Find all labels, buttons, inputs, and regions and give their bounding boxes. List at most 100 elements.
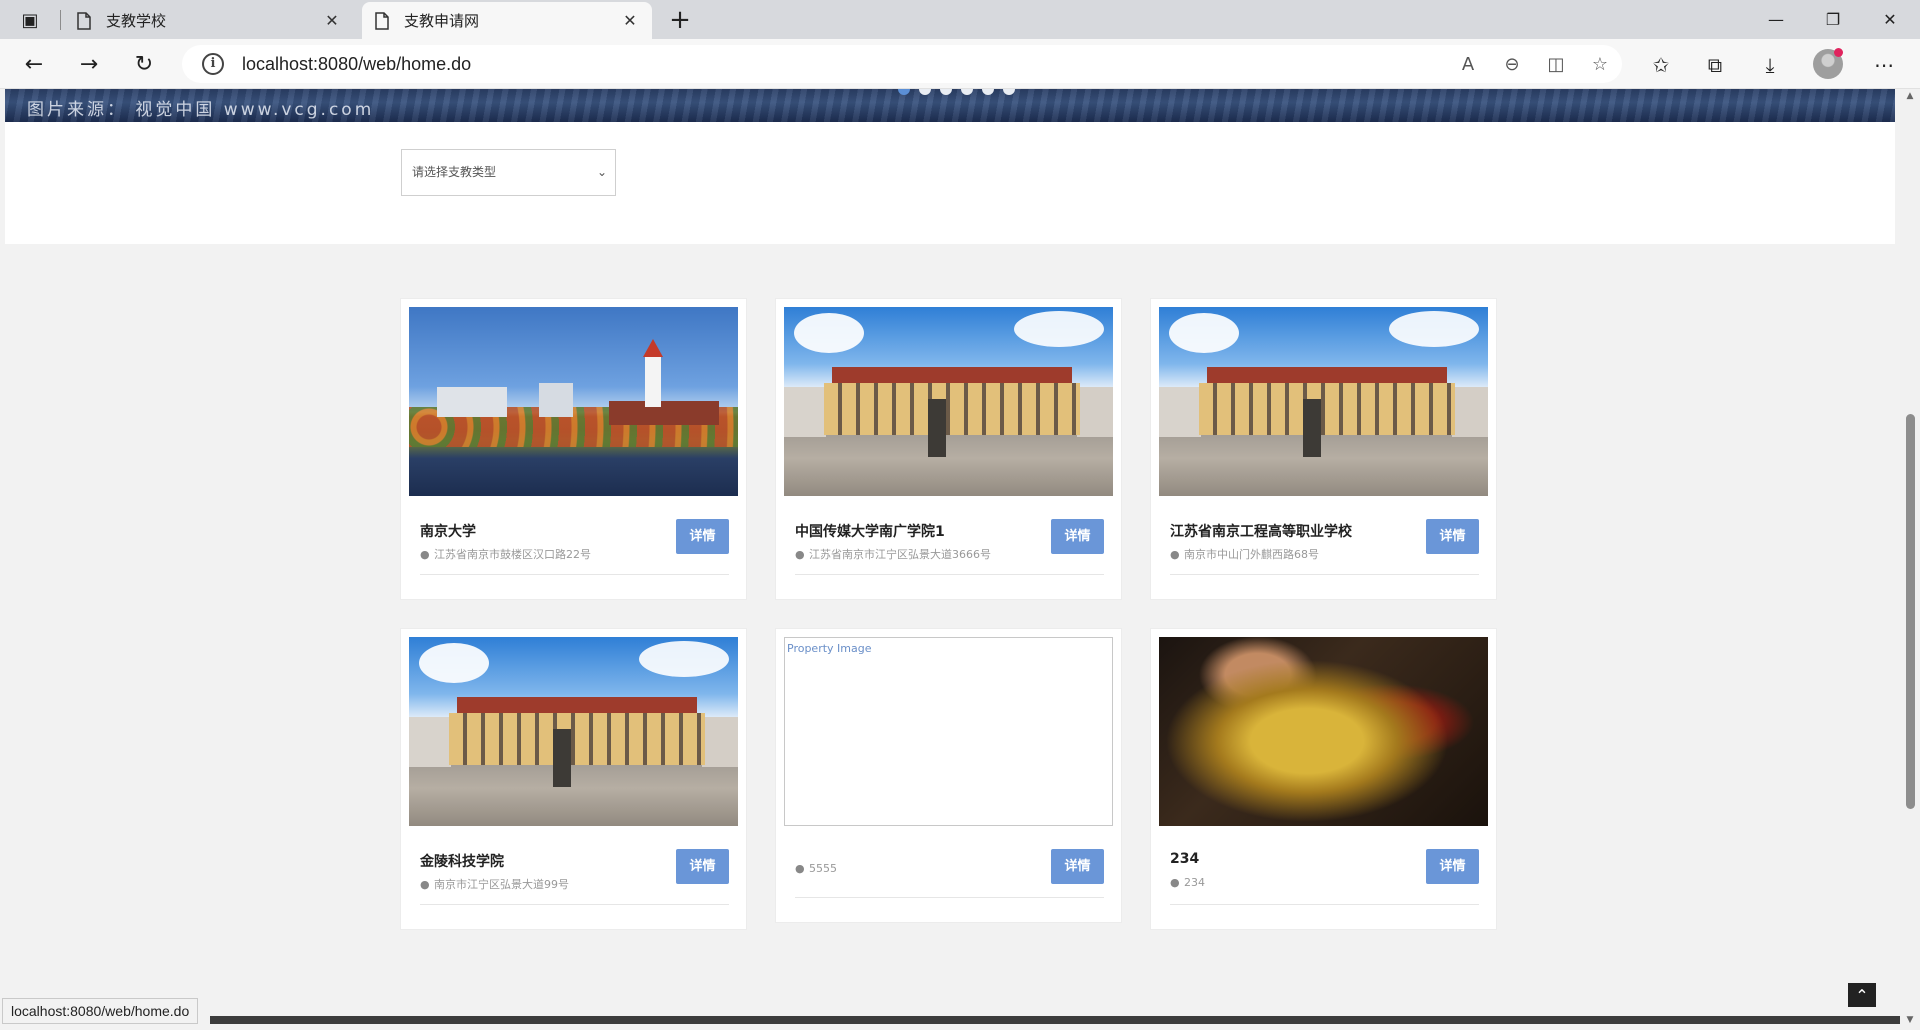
close-icon[interactable]: ✕ [322, 11, 342, 30]
hero-banner: 图片来源： 视觉中国 www.vcg.com [5, 89, 1895, 122]
school-card: Property Image ● 5555 详情 [775, 628, 1122, 923]
status-bar-url: localhost:8080/web/home.do [2, 998, 199, 1024]
map-pin-icon: ● [1170, 548, 1180, 561]
school-card: 金陵科技学院 ● 南京市江宁区弘景大道99号 详情 [400, 628, 747, 930]
card-divider [420, 574, 729, 575]
tab-separator [60, 10, 61, 30]
map-pin-icon: ● [420, 878, 430, 891]
carousel-dot[interactable] [1003, 89, 1015, 95]
scroll-down-icon[interactable]: ▼ [1905, 1015, 1915, 1025]
window-close-icon[interactable]: ✕ [1863, 0, 1917, 39]
banner-credit: 图片来源： 视觉中国 www.vcg.com [27, 100, 375, 120]
collections-icon[interactable]: ⧉ [1695, 49, 1735, 81]
school-name[interactable]: 234 [1170, 851, 1199, 867]
card-divider [1170, 574, 1479, 575]
document-icon [77, 11, 91, 30]
school-address: ● 江苏省南京市鼓楼区汉口路22号 [420, 546, 591, 562]
address-bar[interactable]: i localhost:8080/web/home.do A ⊖ ◫ ☆ [182, 45, 1622, 83]
carousel-dot[interactable] [898, 89, 910, 95]
tab-title: 支教申请网 [404, 12, 480, 30]
back-arrow-icon[interactable]: ← [16, 47, 52, 81]
card-divider [795, 897, 1104, 898]
address-text: 南京市中山门外麒西路68号 [1184, 548, 1319, 561]
school-card: 南京大学 ● 江苏省南京市鼓楼区汉口路22号 详情 [400, 298, 747, 600]
select-placeholder: 请选择支教类型 [412, 165, 497, 179]
school-address: ● 南京市中山门外麒西路68号 [1170, 546, 1319, 562]
tab-apply[interactable]: 支教申请网 ✕ [362, 2, 652, 39]
notification-dot [1834, 48, 1843, 57]
address-text: 234 [1184, 876, 1205, 889]
details-button[interactable]: 详情 [1051, 849, 1104, 884]
card-divider [795, 574, 1104, 575]
more-options-icon[interactable]: ⋯ [1864, 49, 1904, 81]
carousel-dot[interactable] [961, 89, 973, 95]
school-address: ● 江苏省南京市江宁区弘景大道3666号 [795, 546, 991, 562]
tab-school[interactable]: 支教学校 ✕ [64, 2, 354, 39]
address-text: 江苏省南京市鼓楼区汉口路22号 [434, 548, 591, 561]
zoom-out-icon[interactable]: ⊖ [1490, 54, 1534, 75]
image-alt-text: Property Image [787, 642, 872, 655]
carousel-dot[interactable] [919, 89, 931, 95]
add-favorite-icon[interactable]: ☆ [1578, 54, 1622, 75]
school-card: 中国传媒大学南广学院1 ● 江苏省南京市江宁区弘景大道3666号 详情 [775, 298, 1122, 600]
details-button[interactable]: 详情 [676, 519, 729, 554]
new-tab-button[interactable]: + [664, 5, 696, 35]
card-divider [1170, 904, 1479, 905]
school-image[interactable] [409, 307, 738, 496]
address-text: 5555 [809, 862, 837, 875]
school-image[interactable] [1159, 307, 1488, 496]
school-name[interactable]: 金陵科技学院 [420, 851, 504, 871]
school-grid: 南京大学 ● 江苏省南京市鼓楼区汉口路22号 详情 中国传媒大学南广学院1 ● 江苏… [400, 298, 1500, 998]
chevron-down-icon: ⌄ [596, 165, 607, 179]
info-icon[interactable]: i [202, 53, 224, 75]
school-card: 234 ● 234 详情 [1150, 628, 1497, 930]
school-name[interactable]: 中国传媒大学南广学院1 [795, 521, 945, 541]
map-pin-icon: ● [795, 548, 805, 561]
map-pin-icon: ● [420, 548, 430, 561]
school-address: ● 南京市江宁区弘景大道99号 [420, 876, 569, 892]
browser-tab-bar: ▣ 支教学校 ✕ 支教申请网 ✕ + — ❐ ✕ [0, 0, 1920, 39]
school-image[interactable] [409, 637, 738, 826]
favorites-icon[interactable]: ✩ [1641, 49, 1681, 81]
split-screen-icon[interactable]: ◫ [1534, 54, 1578, 75]
filter-bar: 请选择支教类型 ⌄ [5, 122, 1895, 244]
page-viewport: 图片来源： 视觉中国 www.vcg.com 请选择支教类型 ⌄ 南京大学 ● 江… [0, 89, 1900, 1030]
school-address: ● 234 [1170, 876, 1205, 889]
support-type-select[interactable]: 请选择支教类型 ⌄ [401, 149, 616, 196]
address-bar-actions: A ⊖ ◫ ☆ [1446, 45, 1622, 83]
details-button[interactable]: 详情 [676, 849, 729, 884]
tab-title: 支教学校 [106, 12, 167, 30]
address-text: 江苏省南京市江宁区弘景大道3666号 [809, 548, 991, 561]
page-footer-edge [210, 1016, 1900, 1024]
school-name[interactable]: 南京大学 [420, 521, 476, 541]
reload-icon[interactable]: ↻ [126, 47, 162, 81]
minimize-icon[interactable]: — [1749, 0, 1803, 39]
scroll-thumb[interactable] [1906, 414, 1915, 809]
document-icon [375, 11, 389, 30]
map-pin-icon: ● [1170, 876, 1180, 889]
details-button[interactable]: 详情 [1426, 519, 1479, 554]
details-button[interactable]: 详情 [1051, 519, 1104, 554]
address-text: 南京市江宁区弘景大道99号 [434, 878, 569, 891]
tab-actions-icon[interactable]: ▣ [10, 6, 50, 34]
forward-arrow-icon[interactable]: → [71, 47, 107, 81]
carousel-dot[interactable] [982, 89, 994, 95]
school-image[interactable]: Property Image [784, 637, 1113, 826]
browser-toolbar: ← → ↻ i localhost:8080/web/home.do A ⊖ ◫… [0, 39, 1920, 89]
carousel-dots [898, 89, 1015, 95]
restore-icon[interactable]: ❐ [1806, 0, 1860, 39]
scroll-up-icon[interactable]: ▲ [1905, 91, 1915, 101]
close-icon[interactable]: ✕ [620, 11, 640, 30]
school-card: 江苏省南京工程高等职业学校 ● 南京市中山门外麒西路68号 详情 [1150, 298, 1497, 600]
downloads-icon[interactable]: ⤓ [1750, 49, 1790, 81]
read-aloud-icon[interactable]: A [1446, 54, 1490, 75]
details-button[interactable]: 详情 [1426, 849, 1479, 884]
address-url[interactable]: localhost:8080/web/home.do [242, 54, 471, 75]
chevron-up-icon[interactable]: ⌃ [1848, 983, 1876, 1007]
card-divider [420, 904, 729, 905]
school-image[interactable] [784, 307, 1113, 496]
school-name[interactable]: 江苏省南京工程高等职业学校 [1170, 521, 1352, 541]
page-scrollbar[interactable]: ▲ ▼ [1900, 89, 1920, 1030]
school-image[interactable] [1159, 637, 1488, 826]
carousel-dot[interactable] [940, 89, 952, 95]
